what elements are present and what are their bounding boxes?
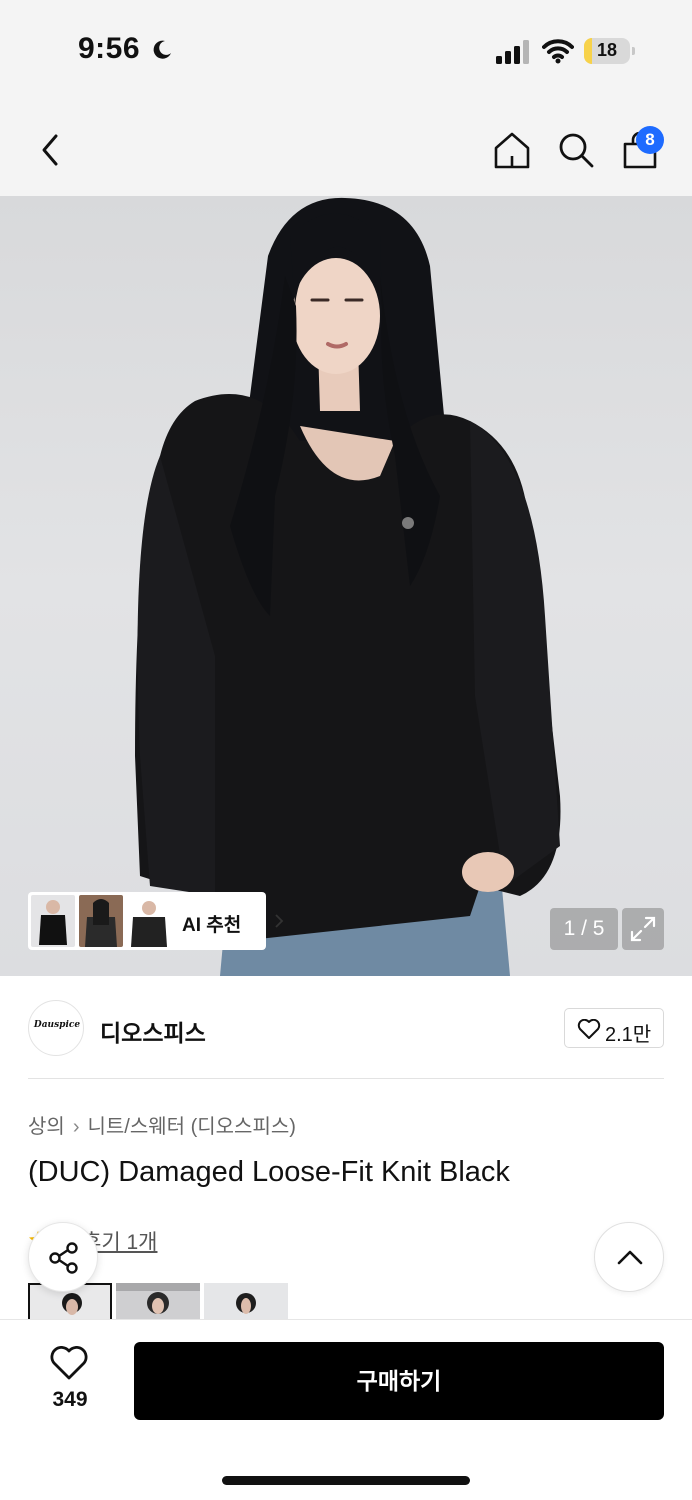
home-indicator bbox=[222, 1476, 470, 1485]
buy-button[interactable]: 구매하기 bbox=[134, 1342, 664, 1420]
variant-thumbnail[interactable] bbox=[204, 1283, 288, 1319]
breadcrumb-item[interactable]: 니트/스웨터 (디오스피스) bbox=[87, 1116, 295, 1138]
brand-logo[interactable]: Dauspice bbox=[28, 1000, 84, 1056]
heart-icon bbox=[577, 1019, 601, 1039]
breadcrumb-separator: › bbox=[72, 1116, 80, 1138]
product-photo bbox=[135, 197, 561, 976]
heart-icon[interactable] bbox=[50, 1346, 88, 1380]
ai-thumbnail bbox=[31, 895, 75, 947]
brand-row[interactable]: Dauspice 디오스피스 2.1만 bbox=[0, 976, 692, 1078]
brand-logo-text: Dauspice bbox=[33, 1020, 81, 1030]
expand-icon bbox=[630, 916, 656, 942]
product-title: (DUC) Damaged Loose-Fit Knit Black bbox=[28, 1156, 510, 1188]
bottom-action-bar: 349 구매하기 bbox=[0, 1319, 692, 1500]
breadcrumb: 상의 › 니트/스웨터 (디오스피스) bbox=[28, 1110, 296, 1139]
battery-icon: 18 bbox=[584, 38, 636, 64]
status-bar: 9:56 18 bbox=[0, 0, 692, 100]
breadcrumb-item[interactable]: 상의 bbox=[28, 1116, 65, 1138]
brand-name[interactable]: 디오스피스 bbox=[100, 1014, 206, 1048]
divider bbox=[28, 1078, 664, 1079]
scroll-top-button[interactable] bbox=[594, 1222, 664, 1292]
battery-level: 18 bbox=[596, 40, 618, 60]
page-indicator: 1 / 5 bbox=[550, 908, 618, 950]
brand-like-count: 2.1만 bbox=[605, 1024, 652, 1046]
status-time: 9:56 bbox=[78, 32, 141, 65]
brand-like-button[interactable]: 2.1만 bbox=[564, 1008, 664, 1048]
share-icon bbox=[49, 1242, 78, 1274]
ai-recommend-chip[interactable]: AI 추천 bbox=[28, 892, 284, 950]
share-button[interactable] bbox=[28, 1222, 98, 1292]
moon-icon bbox=[153, 40, 171, 59]
chevron-up-icon bbox=[617, 1250, 643, 1265]
cart-badge: 8 bbox=[636, 126, 664, 154]
wifi-icon bbox=[542, 39, 574, 64]
search-icon[interactable] bbox=[556, 130, 596, 170]
signal-icon bbox=[496, 40, 529, 64]
ai-recommend-label: AI 추천 bbox=[182, 915, 242, 936]
app-header bbox=[0, 100, 692, 196]
ai-thumbnail bbox=[127, 895, 171, 947]
variant-thumbnail[interactable] bbox=[116, 1283, 200, 1319]
home-icon[interactable] bbox=[492, 130, 532, 170]
back-icon[interactable] bbox=[34, 130, 66, 170]
ai-thumbnail bbox=[79, 895, 123, 947]
wish-count: 349 bbox=[52, 1388, 88, 1411]
expand-button[interactable] bbox=[622, 908, 664, 950]
chevron-right-icon bbox=[275, 914, 284, 928]
product-image[interactable] bbox=[0, 196, 692, 976]
